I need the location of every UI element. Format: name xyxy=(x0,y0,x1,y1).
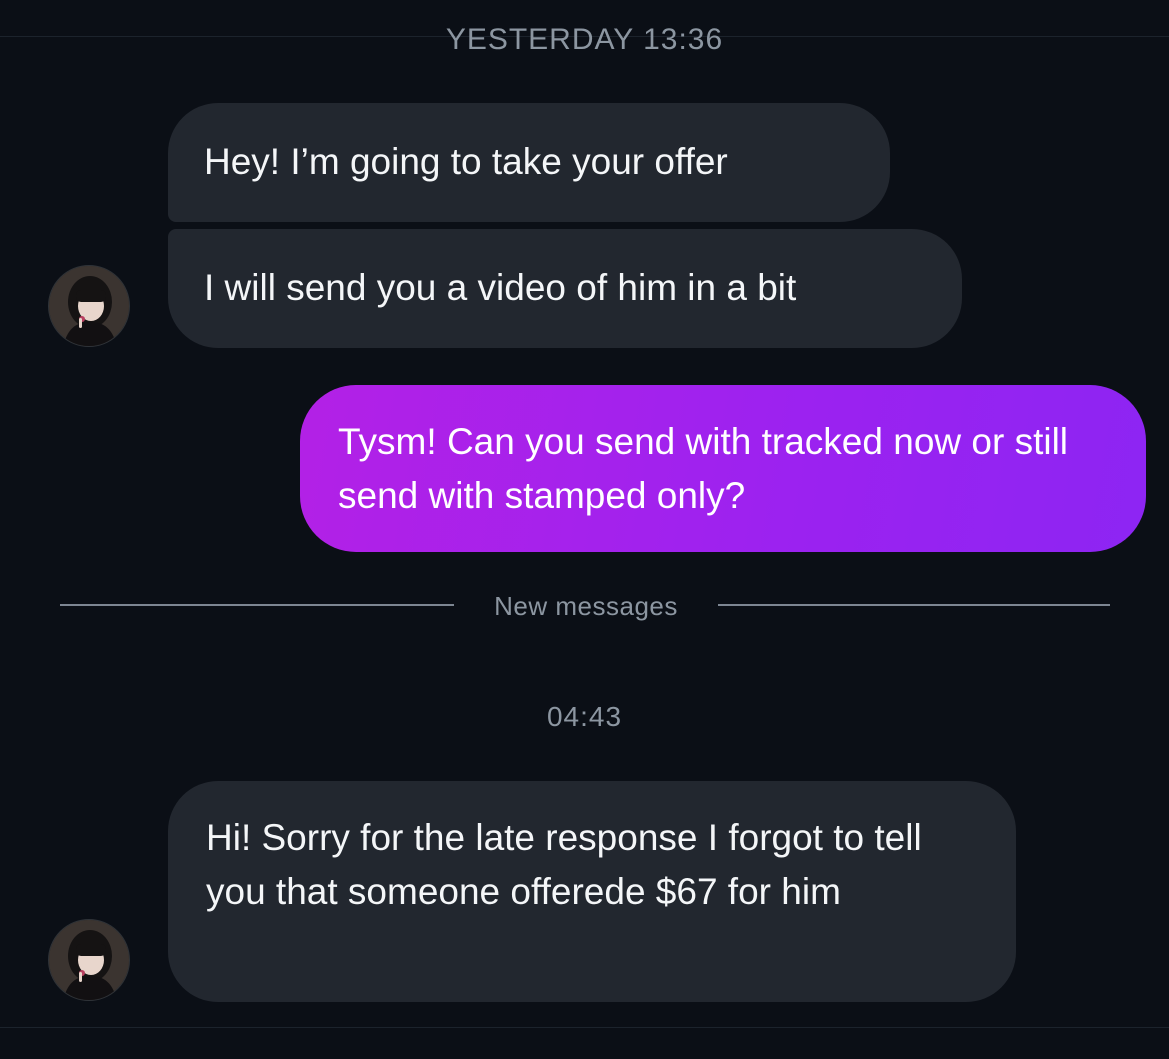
new-messages-label: New messages xyxy=(494,591,678,621)
contact-avatar[interactable] xyxy=(48,919,130,1001)
message-bubble-incoming[interactable]: I will send you a video of him in a bit xyxy=(168,229,962,348)
contact-avatar[interactable] xyxy=(48,265,130,347)
avatar-photo-icon xyxy=(49,920,129,1000)
message-bubble-outgoing[interactable]: Tysm! Can you send with tracked now or s… xyxy=(300,385,1146,552)
divider-line-left xyxy=(60,604,454,606)
timestamp-yesterday: YESTERDAY 13:36 xyxy=(445,23,724,56)
avatar-photo-icon xyxy=(49,266,129,346)
composer-divider xyxy=(0,1027,1169,1028)
divider-line-right xyxy=(718,604,1110,606)
timestamp-new: 04:43 xyxy=(546,701,623,732)
new-messages-divider: New messages xyxy=(60,588,1110,624)
message-bubble-incoming[interactable]: Hi! Sorry for the late response I forgot… xyxy=(168,781,1016,1002)
message-bubble-incoming[interactable]: Hey! I’m going to take your offer xyxy=(168,103,890,222)
